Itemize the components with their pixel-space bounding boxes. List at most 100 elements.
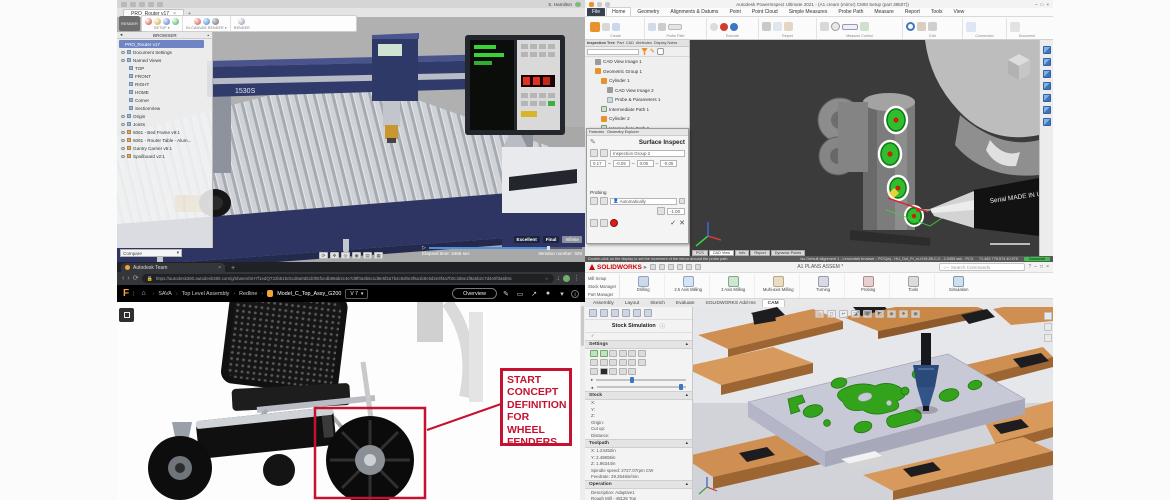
section-button[interactable]	[637, 358, 646, 366]
probing-expand-button[interactable]	[679, 198, 685, 204]
tree-filter-input[interactable]	[587, 48, 639, 55]
tree-item[interactable]: Origin	[117, 112, 212, 120]
play-button[interactable]	[590, 349, 598, 357]
tree-item[interactable]: Document Settings	[117, 48, 212, 56]
print-icon[interactable]	[677, 264, 684, 270]
ribbon-button-25axis[interactable]: 2.5 Axis Milling	[667, 274, 711, 298]
cam-viewport[interactable]	[693, 307, 1053, 500]
tab-measure[interactable]: Measure	[869, 8, 898, 16]
tree-item[interactable]: Joints	[117, 120, 212, 128]
panel-tab-part[interactable]: Part	[617, 41, 624, 45]
recalculate-icon[interactable]	[906, 22, 915, 31]
browser-root-item[interactable]: PRO_Router v17	[119, 40, 204, 48]
appearance-icon[interactable]	[145, 18, 152, 25]
settings-header[interactable]: Settings	[589, 342, 608, 347]
ribbon-button-probing[interactable]: Probing	[847, 274, 891, 298]
step-button[interactable]	[628, 349, 636, 357]
forward-icon[interactable]: ›	[127, 275, 129, 282]
share-icon[interactable]: ↗	[529, 290, 539, 298]
configuration-manager-icon[interactable]	[611, 309, 619, 317]
hide-show-icon[interactable]: ◉	[887, 310, 896, 318]
close-tab-icon[interactable]: ×	[218, 265, 221, 271]
comparison-button[interactable]	[590, 367, 598, 375]
undo-icon[interactable]	[605, 1, 610, 7]
no-entry-icon[interactable]	[610, 219, 618, 227]
tree-item[interactable]: Spoilboard v2:1	[117, 152, 212, 160]
chart-button[interactable]	[628, 367, 636, 375]
information-icon[interactable]	[784, 22, 793, 31]
rebuild-icon[interactable]	[695, 264, 702, 270]
mode-label[interactable]: Final	[542, 236, 560, 243]
browser-tab[interactable]: Autodesk Team ×	[121, 263, 225, 272]
tolerance-field[interactable]: 0.17	[590, 160, 606, 167]
download-icon[interactable]: ↓	[557, 275, 561, 282]
texture-map-icon[interactable]	[172, 18, 179, 25]
edit-pencil-icon[interactable]: ✎	[650, 48, 655, 55]
iso-view-icon[interactable]	[1042, 46, 1051, 54]
breadcrumb-file[interactable]: Model_C_Top_Assy_G200	[277, 291, 341, 297]
tree-item[interactable]: Intermediate Path 1	[585, 105, 689, 115]
tree-item[interactable]: Probe & Parameters 1	[585, 95, 689, 105]
maximize-icon[interactable]: □	[1041, 2, 1044, 7]
cad-view-image-icon[interactable]	[762, 22, 771, 31]
toolpath-header[interactable]: Toolpath	[589, 441, 609, 446]
chevron-down-icon[interactable]: ▾	[557, 290, 567, 298]
paste-icon[interactable]	[928, 22, 937, 31]
tree-item[interactable]: RIGHT	[117, 80, 212, 88]
tree-item[interactable]: Corner	[117, 96, 212, 104]
stop-button[interactable]	[618, 349, 627, 357]
orbit-icon[interactable]: ⟳	[319, 252, 328, 259]
probing-mode-button[interactable]	[590, 197, 598, 205]
tree-item[interactable]: SectionView	[117, 104, 212, 112]
tab-cam[interactable]: CAM	[761, 299, 785, 307]
feature-manager-icon[interactable]	[589, 309, 597, 317]
tree-item[interactable]: FRONT	[117, 72, 212, 80]
version-dropdown[interactable]: V 7 ▾	[345, 288, 369, 299]
in-canvas-render-icon[interactable]	[193, 18, 201, 25]
overview-button[interactable]: Overview	[452, 288, 497, 299]
view-orientation-icon[interactable]: ▦	[863, 310, 872, 318]
stock-header[interactable]: Stock	[589, 393, 602, 398]
pan-icon[interactable]: ✥	[330, 252, 339, 259]
minimize-icon[interactable]: –	[1035, 2, 1038, 7]
wireframe-checker-icon[interactable]	[820, 22, 829, 31]
close-icon[interactable]: ×	[1046, 2, 1049, 7]
surface-inspect-icon[interactable]	[860, 22, 869, 31]
wireframe-view-icon[interactable]	[1042, 106, 1051, 114]
grid-option-button[interactable]	[590, 219, 598, 227]
mesh-probe-toggle[interactable]	[842, 23, 858, 30]
info-icon[interactable]: ⓘ	[660, 322, 665, 330]
browser-collapse-icon[interactable]: ◂	[120, 32, 122, 38]
viewer-tool-chip[interactable]	[119, 308, 134, 322]
tree-item[interactable]: HOME	[117, 88, 212, 96]
info-icon[interactable]: i	[571, 289, 579, 298]
loop-icon[interactable]	[730, 22, 738, 31]
cam-tree-icon[interactable]	[644, 309, 652, 317]
scene-settings-icon[interactable]	[154, 18, 161, 25]
display-manager-icon[interactable]	[633, 309, 641, 317]
menu-dots-icon[interactable]: ⋮	[573, 275, 580, 282]
tree-item[interactable]: CAD View Image 1	[585, 57, 689, 67]
progress-slider[interactable]: ●	[585, 384, 692, 391]
create-feature-icon[interactable]	[590, 21, 600, 32]
ribbon-mill-setup[interactable]: Mill Setup	[588, 276, 616, 281]
appearance-icon[interactable]: ❖	[899, 310, 908, 318]
dimxpert-icon[interactable]	[622, 309, 630, 317]
zoom-area-icon[interactable]: ◻	[827, 310, 836, 318]
tab-geometry[interactable]: Geometry	[632, 8, 664, 16]
compare-dropdown[interactable]: Compare ▾	[120, 249, 182, 257]
bookmark-star-icon[interactable]: ☆	[545, 276, 549, 282]
fusion-team-logo[interactable]: F	[123, 288, 129, 299]
close-icon[interactable]: ×	[1046, 264, 1049, 270]
offset-button[interactable]	[657, 207, 665, 215]
pause-button[interactable]	[609, 349, 617, 357]
previous-view-icon[interactable]: ↩	[839, 310, 848, 318]
surface-tab-features[interactable]: Features	[589, 130, 604, 134]
breadcrumb-folder[interactable]: Top Level Assembly	[182, 291, 230, 297]
tab-layout[interactable]: Layout	[620, 300, 644, 307]
shaded-view-icon[interactable]	[1042, 94, 1051, 102]
group-prev-button[interactable]	[590, 149, 598, 157]
tab-sketch[interactable]: Sketch	[645, 300, 670, 307]
note-icon[interactable]	[773, 22, 782, 31]
inspection-group-field[interactable]: Inspection Group 2	[610, 149, 685, 157]
